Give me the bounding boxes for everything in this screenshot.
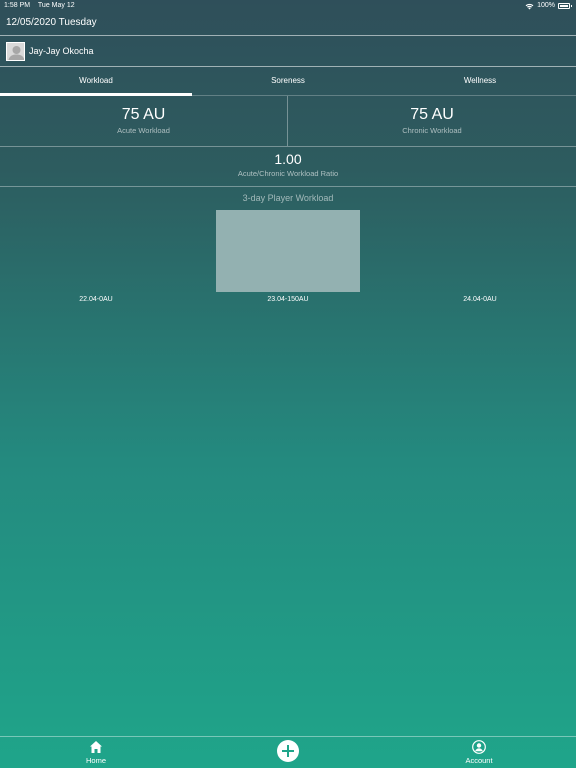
- tab-soreness[interactable]: Soreness: [192, 68, 384, 96]
- nav-home[interactable]: Home: [56, 737, 136, 765]
- workload-chart: 22.04-0AU 23.04-150AU 24.04-0AU: [79, 210, 497, 303]
- acute-workload-label: Acute Workload: [117, 126, 170, 135]
- account-icon: [472, 740, 486, 754]
- date-header: 12/05/2020 Tuesday: [0, 13, 576, 36]
- nav-account[interactable]: Account: [439, 737, 519, 765]
- chart-bar-23.04: [216, 210, 360, 292]
- chart-bar-label: 23.04-150AU: [267, 296, 308, 303]
- add-button[interactable]: [277, 740, 299, 762]
- tab-wellness[interactable]: Wellness: [384, 68, 576, 96]
- chart-title: 3-day Player Workload: [242, 193, 334, 203]
- chronic-workload-label: Chronic Workload: [402, 126, 462, 135]
- current-date: 12/05/2020 Tuesday: [6, 17, 97, 28]
- player-name: Jay-Jay Okocha: [29, 46, 94, 56]
- player-bar[interactable]: Jay-Jay Okocha: [0, 37, 576, 67]
- home-icon: [90, 741, 102, 753]
- tab-bar: Workload Soreness Wellness: [0, 68, 576, 96]
- account-label: Account: [465, 756, 493, 765]
- chronic-workload-cell: 75 AU Chronic Workload: [288, 96, 576, 146]
- chart-bar-label: 24.04-0AU: [463, 296, 496, 303]
- ratio-label: Acute/Chronic Workload Ratio: [237, 169, 339, 178]
- ratio-value: 1.00: [274, 151, 302, 167]
- status-time: 1:58 PM: [4, 2, 31, 9]
- chronic-workload-value: 75 AU: [410, 106, 454, 123]
- status-left: 1:58 PM Tue May 12: [4, 0, 81, 12]
- avatar: [6, 42, 25, 61]
- person-placeholder-icon: [8, 46, 24, 60]
- battery-icon: [558, 3, 572, 9]
- battery-percent: 100%: [537, 2, 555, 9]
- chart-bar-label: 22.04-0AU: [79, 296, 112, 303]
- tab-workload[interactable]: Workload: [0, 68, 192, 96]
- acute-workload-value: 75 AU: [121, 106, 166, 123]
- wifi-icon: [525, 3, 534, 9]
- home-label: Home: [85, 756, 106, 765]
- bottom-nav: Home Account: [0, 736, 576, 768]
- acute-workload-cell: 75 AU Acute Workload: [0, 96, 288, 146]
- ratio-summary: 1.00 Acute/Chronic Workload Ratio: [0, 147, 576, 187]
- status-date: Tue May 12: [37, 2, 75, 9]
- workload-summary: 75 AU Acute Workload 75 AU Chronic Workl…: [0, 96, 576, 147]
- status-right: 100%: [525, 0, 572, 12]
- status-bar: 1:58 PM Tue May 12 100%: [0, 0, 576, 12]
